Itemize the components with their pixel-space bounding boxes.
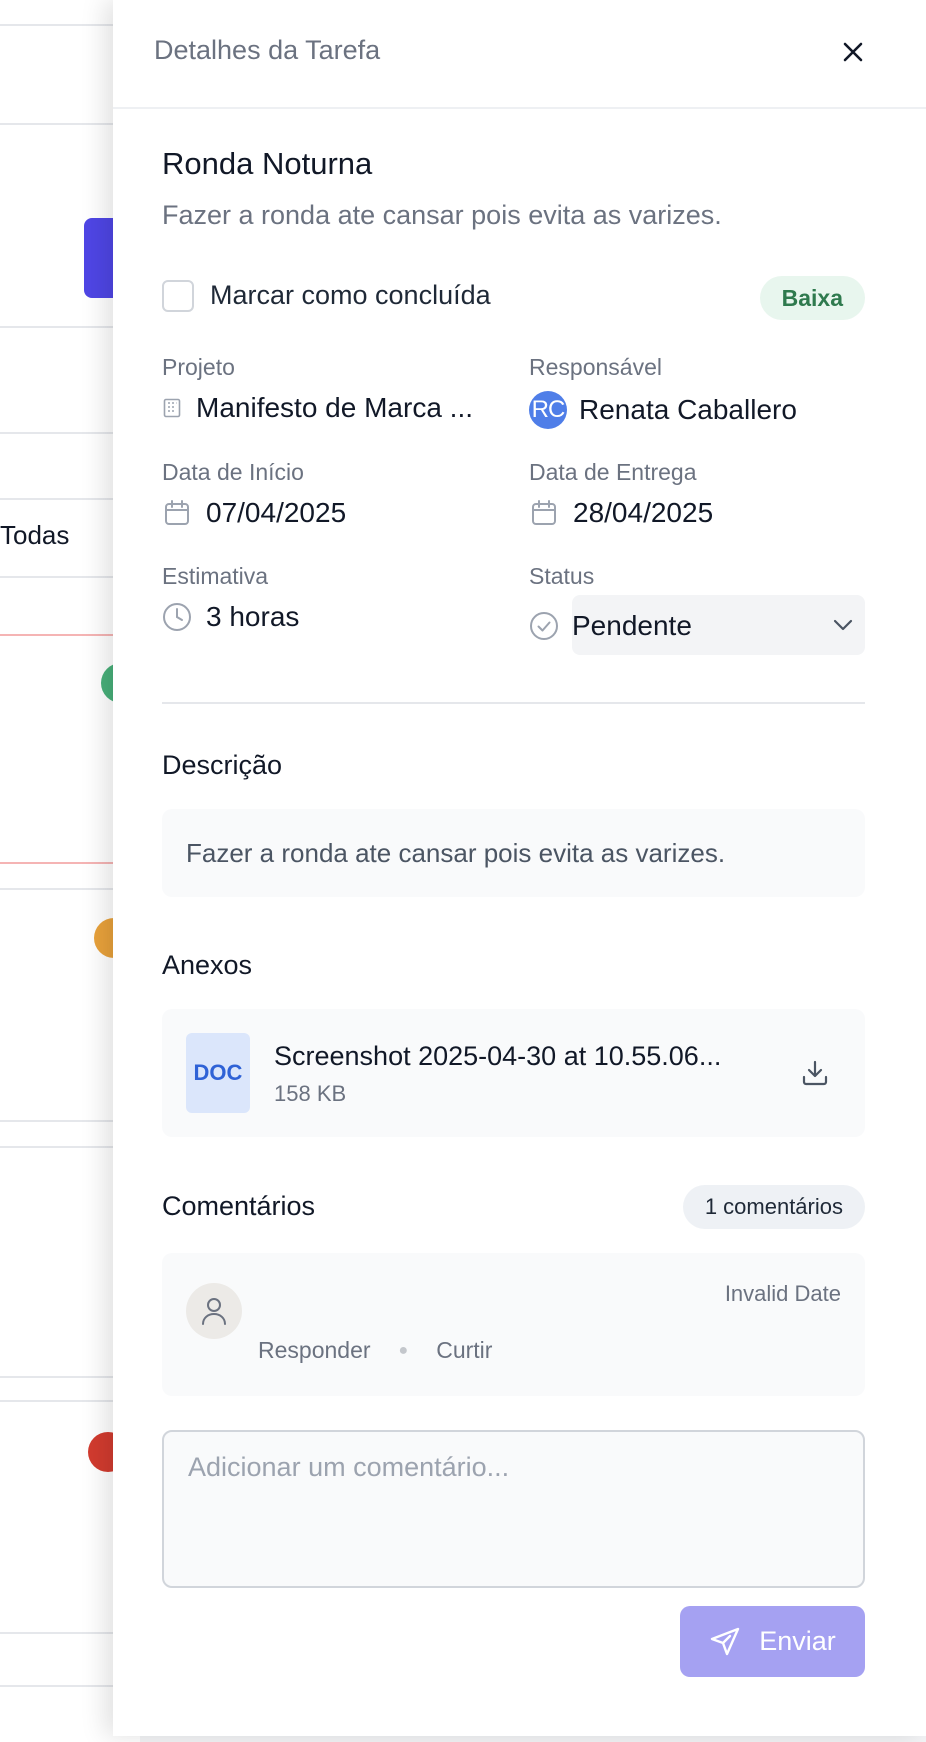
task-subtitle: Fazer a ronda ate cansar pois evita as v… (162, 200, 722, 230)
start-date-row: 07/04/2025 (162, 497, 346, 529)
user-icon (202, 1298, 226, 1325)
assignee-name: Renata Caballero (579, 394, 797, 425)
like-button[interactable]: Curtir (436, 1337, 492, 1364)
estimate-row: 3 horas (162, 601, 299, 633)
project-label: Projeto (162, 354, 235, 380)
comment-item: Invalid Date Responder ● Curtir (162, 1253, 865, 1396)
download-button[interactable] (795, 1053, 835, 1093)
due-date-row: 28/04/2025 (529, 497, 713, 529)
doc-file-icon: DOC (186, 1033, 250, 1113)
building-icon (162, 393, 182, 423)
drawer-title: Detalhes da Tarefa (154, 35, 381, 65)
attachment-file-name[interactable]: Screenshot 2025-04-30 at 10.55.06... (274, 1041, 721, 1072)
start-date-value[interactable]: 07/04/2025 (206, 497, 346, 529)
mark-done-label[interactable]: Marcar como concluída (210, 280, 491, 311)
background-filter-text[interactable]: Todas (0, 520, 69, 551)
attachment-item[interactable]: DOC Screenshot 2025-04-30 at 10.55.06...… (162, 1009, 865, 1137)
calendar-icon (529, 498, 559, 528)
send-button[interactable]: Enviar (680, 1606, 865, 1677)
separator-dot: ● (398, 1341, 409, 1359)
mark-done-checkbox[interactable] (162, 280, 194, 312)
reply-button[interactable]: Responder (258, 1337, 371, 1364)
due-date-value[interactable]: 28/04/2025 (573, 497, 713, 529)
project-value[interactable]: Manifesto de Marca ... (196, 392, 473, 424)
estimate-label: Estimativa (162, 563, 269, 589)
close-icon (843, 42, 863, 62)
status-value: Pendente (572, 610, 692, 641)
close-button[interactable] (833, 32, 873, 72)
project-value-row: Manifesto de Marca ... (162, 392, 473, 424)
status-label: Status (529, 563, 595, 589)
mark-done-row: Marcar como concluída Baixa (162, 276, 865, 320)
status-select[interactable]: Pendente (572, 595, 865, 655)
description-box[interactable]: Fazer a ronda ate cansar pois evita as v… (162, 809, 865, 897)
task-details-drawer: Detalhes da Tarefa Ronda Noturna Fazer a… (113, 0, 926, 1736)
start-date-label: Data de Início (162, 459, 304, 485)
comments-title: Comentários (162, 1191, 316, 1221)
send-icon (711, 1627, 740, 1655)
drawer-header: Detalhes da Tarefa (113, 0, 926, 109)
download-icon (802, 1060, 828, 1086)
due-date-label: Data de Entrega (529, 459, 697, 485)
send-button-label: Enviar (759, 1626, 836, 1656)
chevron-down-icon (831, 613, 855, 642)
priority-badge: Baixa (759, 276, 865, 320)
description-title: Descrição (162, 750, 283, 780)
assignee-value-row: RC Renata Caballero (529, 391, 797, 429)
check-circle-icon (529, 611, 559, 646)
estimate-value[interactable]: 3 horas (206, 601, 299, 633)
comment-input[interactable] (162, 1430, 865, 1588)
assignee-label: Responsável (529, 354, 662, 380)
task-title: Ronda Noturna (162, 146, 373, 181)
comment-date: Invalid Date (724, 1281, 841, 1306)
clock-icon (162, 602, 192, 632)
description-text: Fazer a ronda ate cansar pois evita as v… (186, 838, 726, 868)
attachments-title: Anexos (162, 950, 253, 980)
avatar: RC (529, 391, 567, 429)
comment-actions: Responder ● Curtir (258, 1337, 492, 1364)
avatar (186, 1283, 242, 1339)
section-divider (162, 702, 865, 704)
calendar-icon (162, 498, 192, 528)
comments-count-badge: 1 comentários (682, 1185, 865, 1229)
attachment-file-size: 158 KB (274, 1081, 347, 1106)
